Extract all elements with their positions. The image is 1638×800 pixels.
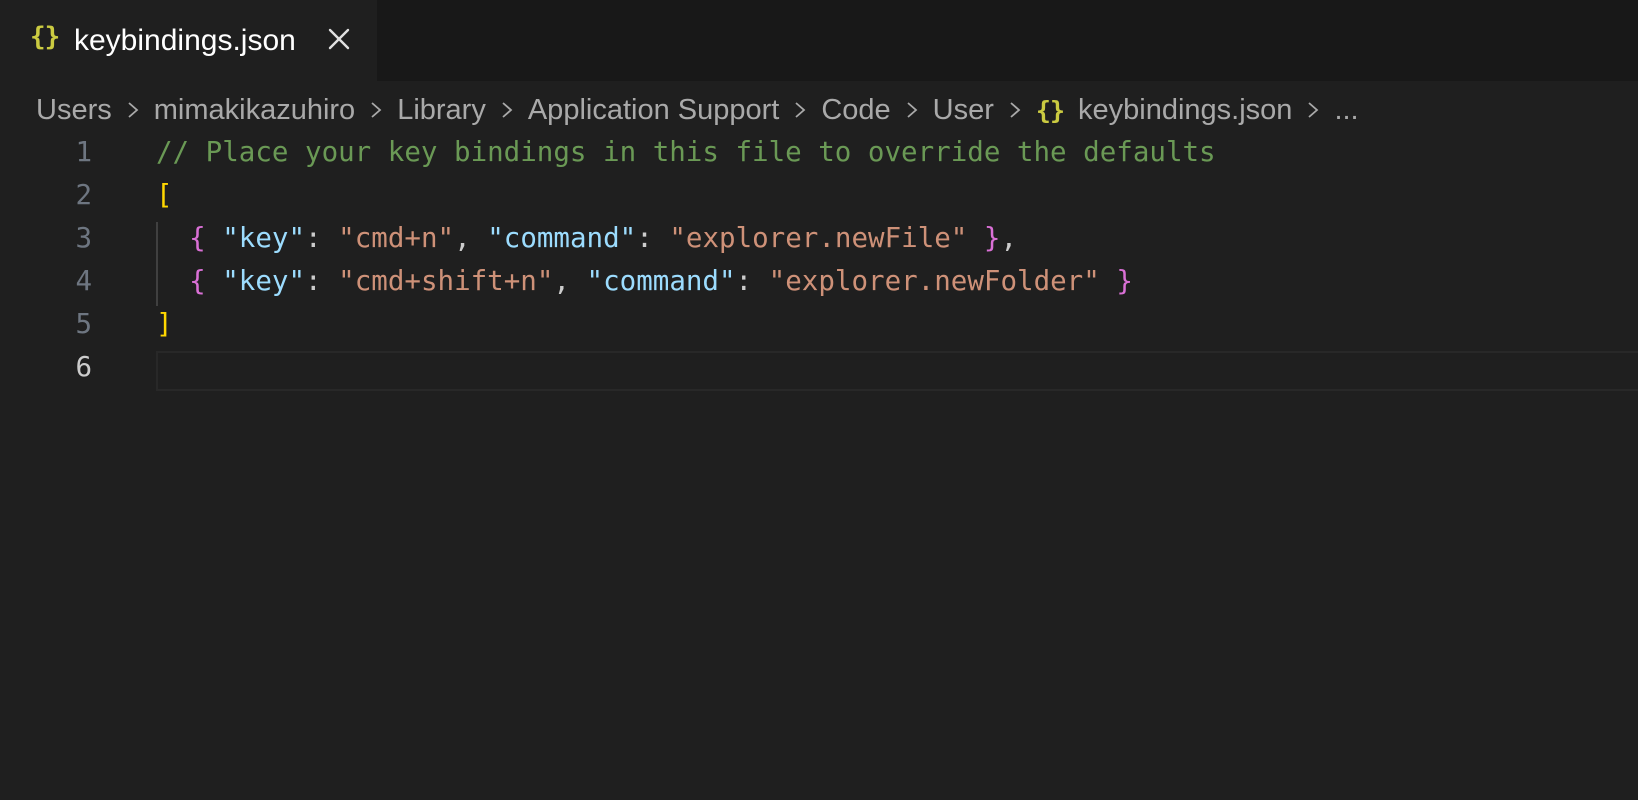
brace-token: { bbox=[189, 265, 206, 297]
code-line[interactable]: 6 bbox=[0, 347, 1638, 390]
chevron-right-icon bbox=[128, 102, 139, 118]
chevron-right-icon bbox=[1308, 102, 1319, 118]
brace-token: { bbox=[189, 222, 206, 254]
code-line[interactable]: 1 // Place your key bindings in this fil… bbox=[0, 132, 1638, 175]
close-icon[interactable] bbox=[326, 26, 352, 52]
code-line[interactable]: 2 [ bbox=[0, 175, 1638, 218]
property-token: "key" bbox=[222, 222, 306, 254]
string-token: "cmd+n" bbox=[338, 222, 455, 254]
line-number: 4 bbox=[75, 265, 92, 297]
chevron-right-icon bbox=[1010, 102, 1021, 118]
line-number: 1 bbox=[75, 136, 92, 168]
punctuation-token: : bbox=[305, 222, 339, 254]
code-line[interactable]: 3 { "key": "cmd+n", "command": "explorer… bbox=[0, 218, 1638, 261]
string-token: "explorer.newFolder" bbox=[768, 265, 1100, 297]
tab-label: keybindings.json bbox=[74, 24, 296, 57]
punctuation-token: , bbox=[1000, 222, 1018, 254]
breadcrumb: Users mimakikazuhiro Library Application… bbox=[36, 90, 1359, 130]
punctuation-token: : bbox=[305, 265, 339, 297]
tab-bar: {} keybindings.json bbox=[0, 0, 1638, 81]
code-line[interactable]: 5 ] bbox=[0, 304, 1638, 347]
bracket-token: [ bbox=[156, 179, 173, 211]
property-token: "command" bbox=[586, 265, 736, 297]
string-token: "explorer.newFile" bbox=[669, 222, 968, 254]
code-line[interactable]: 4 { "key": "cmd+shift+n", "command": "ex… bbox=[0, 261, 1638, 304]
punctuation-token: , bbox=[553, 265, 587, 297]
code-editor[interactable]: 1 // Place your key bindings in this fil… bbox=[0, 132, 1638, 800]
tab-keybindings-json[interactable]: {} keybindings.json bbox=[0, 0, 377, 81]
line-number: 3 bbox=[75, 222, 92, 254]
line-number: 5 bbox=[75, 308, 92, 340]
chevron-right-icon bbox=[907, 102, 918, 118]
chevron-right-icon bbox=[502, 102, 513, 118]
breadcrumb-item-users[interactable]: Users bbox=[36, 94, 112, 127]
line-number: 2 bbox=[75, 179, 92, 211]
line-number: 6 bbox=[75, 351, 92, 383]
breadcrumb-item-file[interactable]: keybindings.json bbox=[1078, 94, 1292, 127]
breadcrumb-item-code[interactable]: Code bbox=[821, 94, 890, 127]
punctuation-token: : bbox=[636, 222, 670, 254]
brace-token: } bbox=[1116, 265, 1133, 297]
punctuation-token: : bbox=[735, 265, 769, 297]
string-token: "cmd+shift+n" bbox=[338, 265, 554, 297]
property-token: "command" bbox=[487, 222, 637, 254]
json-file-icon: {} bbox=[1035, 95, 1065, 125]
breadcrumb-item-user[interactable]: User bbox=[933, 94, 994, 127]
comment-token: // Place your key bindings in this file … bbox=[156, 136, 1216, 168]
chevron-right-icon bbox=[371, 102, 382, 118]
breadcrumb-more[interactable]: ... bbox=[1334, 94, 1358, 127]
chevron-right-icon bbox=[795, 102, 806, 118]
breadcrumb-item-mimakikazuhiro[interactable]: mimakikazuhiro bbox=[154, 94, 355, 127]
bracket-token: ] bbox=[156, 308, 173, 340]
brace-token: } bbox=[983, 222, 1001, 254]
breadcrumb-item-library[interactable]: Library bbox=[397, 94, 486, 127]
property-token: "key" bbox=[222, 265, 306, 297]
json-file-icon: {} bbox=[30, 22, 60, 52]
breadcrumb-item-application-support[interactable]: Application Support bbox=[528, 94, 780, 127]
punctuation-token: , bbox=[454, 222, 488, 254]
